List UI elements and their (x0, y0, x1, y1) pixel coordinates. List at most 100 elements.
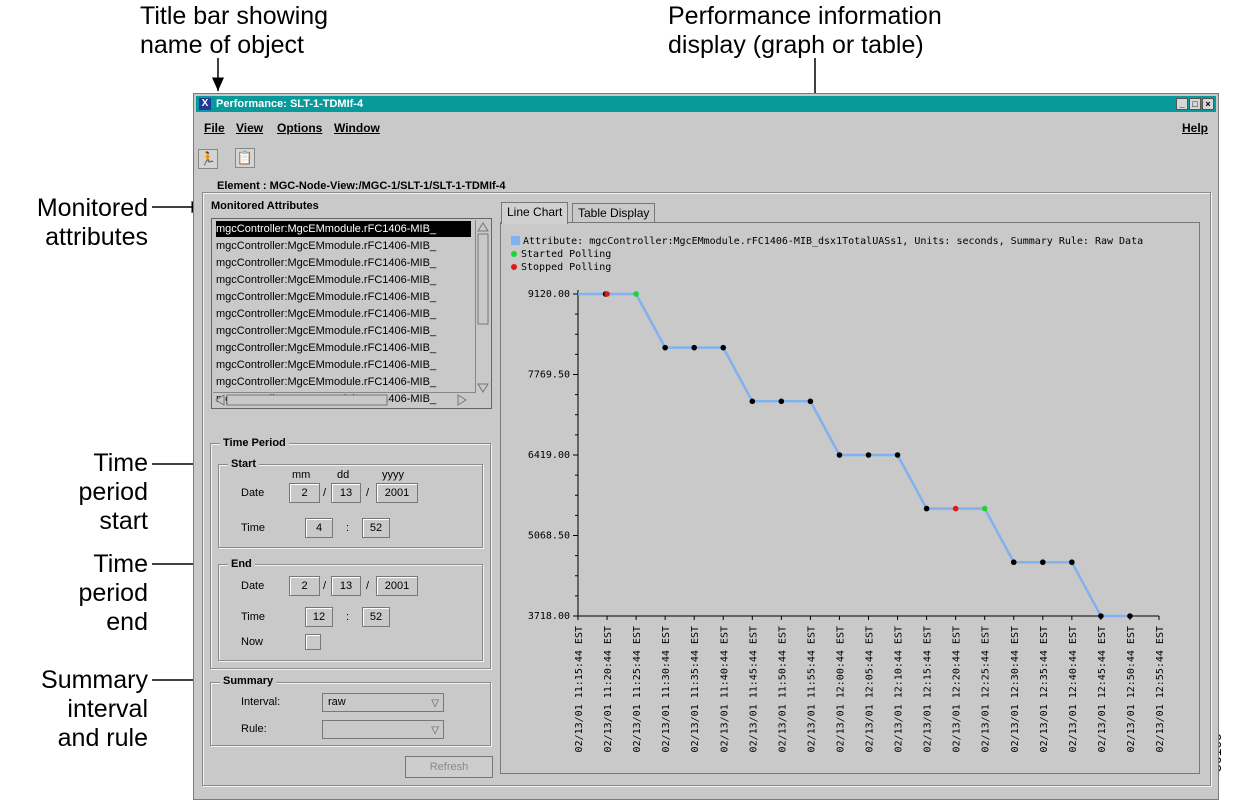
menu-options[interactable]: Options (277, 121, 322, 135)
tab-line-chart[interactable]: Line Chart (501, 202, 569, 224)
y-tick-label: 7769.50 (528, 370, 570, 381)
data-point (749, 398, 756, 405)
title-bar[interactable]: X Performance: SLT-1-TDMIf-4 _ □ × (196, 96, 1216, 112)
started-point (981, 505, 988, 512)
time-separator: : (346, 522, 350, 534)
list-item[interactable]: mgcController:MgcEMmodule.rFC1406-MIB_ (216, 306, 471, 322)
list-item[interactable]: mgcController:MgcEMmodule.rFC1406-MIB_ (216, 255, 471, 271)
series-line (578, 292, 1130, 618)
scroll-left-icon[interactable] (215, 394, 225, 406)
end-callout: Time period end (0, 550, 149, 637)
rule-dropdown[interactable]: ▽ (322, 720, 444, 739)
tab-table-display[interactable]: Table Display (572, 203, 656, 224)
date-separator: / (366, 580, 370, 592)
horizontal-scrollbar-graphic (215, 394, 467, 406)
horizontal-scroll-thumb[interactable] (226, 394, 388, 406)
menu-window[interactable]: Window (334, 121, 380, 135)
refresh-button[interactable]: Refresh (405, 756, 493, 778)
now-checkbox[interactable] (305, 634, 321, 650)
minimize-icon[interactable]: _ (1176, 98, 1188, 110)
callout-line: Monitored (36, 194, 148, 222)
list-item[interactable]: mgcController:MgcEMmodule.rFC1406-MIB_ (216, 221, 471, 237)
start-year-input[interactable]: 2001 (376, 483, 418, 503)
list-item[interactable]: mgcController:MgcEMmodule.rFC1406-MIB_ (216, 238, 471, 254)
callout-line: interval (67, 695, 148, 723)
close-icon[interactable]: × (1202, 98, 1214, 110)
maximize-icon[interactable]: □ (1189, 98, 1201, 110)
dd-header: dd (337, 469, 350, 481)
mm-header: mm (292, 469, 311, 481)
chart-panel: Attribute: mgcController:MgcEMmodule.rFC… (500, 222, 1200, 774)
callout-line: Summary (41, 666, 148, 694)
end-time-label: Time (241, 611, 266, 623)
end-month-input[interactable]: 2 (289, 576, 320, 596)
vertical-scrollbar[interactable] (475, 220, 490, 393)
start-day-input[interactable]: 13 (331, 483, 361, 503)
end-hour-input[interactable]: 12 (305, 607, 333, 627)
data-point (1098, 613, 1104, 619)
start-callout: Time period start (0, 449, 149, 536)
scroll-up-icon[interactable] (477, 222, 489, 232)
callout-line: Time (93, 449, 148, 477)
monitored-callout: Monitored attributes (0, 194, 148, 252)
start-hour-input[interactable]: 4 (305, 518, 333, 538)
callout-line: and rule (57, 724, 148, 752)
vertical-scrollbar-graphic (477, 222, 489, 393)
x-window-icon[interactable]: X (199, 98, 211, 110)
monitored-attributes-label: Monitored Attributes (211, 200, 319, 212)
x-tick-label: 02/13/01 12:00:44 EST (835, 626, 846, 752)
menu-file[interactable]: File (204, 121, 225, 135)
start-month-input[interactable]: 2 (289, 483, 320, 503)
scroll-down-icon[interactable] (477, 383, 489, 393)
interval-dropdown[interactable]: raw ▽ (322, 693, 444, 712)
end-minute-input[interactable]: 52 (362, 607, 390, 627)
started-point (633, 291, 639, 297)
y-tick-label: 5068.50 (528, 531, 570, 542)
time-separator: : (346, 611, 350, 623)
start-frame (218, 464, 483, 548)
data-point (807, 398, 814, 405)
data-point (778, 398, 785, 405)
end-day-input[interactable]: 13 (331, 576, 361, 596)
list-item[interactable]: mgcController:MgcEMmodule.rFC1406-MIB_ (216, 374, 471, 390)
horizontal-scrollbar[interactable] (213, 392, 475, 407)
data-point (1069, 559, 1075, 566)
start-minute-input[interactable]: 52 (362, 518, 390, 538)
callout-line: Time (93, 550, 148, 578)
performance-window: X Performance: SLT-1-TDMIf-4 _ □ × File Vi… (193, 93, 1219, 800)
data-point (836, 452, 843, 458)
end-year-input[interactable]: 2001 (376, 576, 418, 596)
x-tick-label: 02/13/01 12:50:44 EST (1126, 626, 1137, 752)
rule-label: Rule: (241, 723, 267, 735)
summary-label: Summary (220, 675, 277, 687)
scroll-right-icon[interactable] (457, 394, 467, 406)
list-item[interactable]: mgcController:MgcEMmodule.rFC1406-MIB_ (216, 272, 471, 288)
run-icon[interactable]: 🏃 (198, 149, 218, 169)
data-point (1127, 613, 1133, 619)
start-label: Start (228, 458, 260, 470)
x-tick-label: 02/13/01 12:35:44 EST (1039, 626, 1050, 752)
list-item[interactable]: mgcController:MgcEMmodule.rFC1406-MIB_ (216, 340, 471, 356)
data-point (1040, 559, 1046, 566)
line-chart: 9120.00 7769.50 6419.00 5068.50 3718.00 02/13… (528, 289, 1166, 752)
y-tick-label: 9120.00 (528, 289, 570, 300)
data-point (894, 452, 901, 458)
list-item[interactable]: mgcController:MgcEMmodule.rFC1406-MIB_ (216, 323, 471, 339)
menu-view[interactable]: View (236, 121, 263, 135)
dropdown-arrow-icon: ▽ (431, 698, 439, 709)
data-point (662, 344, 668, 351)
menu-help[interactable]: Help (1182, 121, 1208, 135)
list-item[interactable]: mgcController:MgcEMmodule.rFC1406-MIB_ (216, 289, 471, 305)
end-label: End (228, 558, 255, 570)
vertical-scroll-thumb[interactable] (477, 233, 489, 325)
callout-line: period (78, 478, 149, 506)
data-point (691, 344, 697, 351)
time-period-label: Time Period (220, 437, 289, 449)
dropdown-arrow-icon: ▽ (431, 725, 439, 736)
end-date-label: Date (241, 580, 265, 592)
monitored-attributes-list[interactable]: mgcController:MgcEMmodule.rFC1406-MIB_ m… (211, 218, 492, 409)
list-item[interactable]: mgcController:MgcEMmodule.rFC1406-MIB_ (216, 357, 471, 373)
x-tick-label: 02/13/01 11:25:44 EST (632, 626, 643, 752)
export-icon[interactable]: 📋 (235, 148, 255, 168)
element-label: Element : MGC-Node-View:/MGC-1/SLT-1/SLT… (214, 180, 509, 192)
